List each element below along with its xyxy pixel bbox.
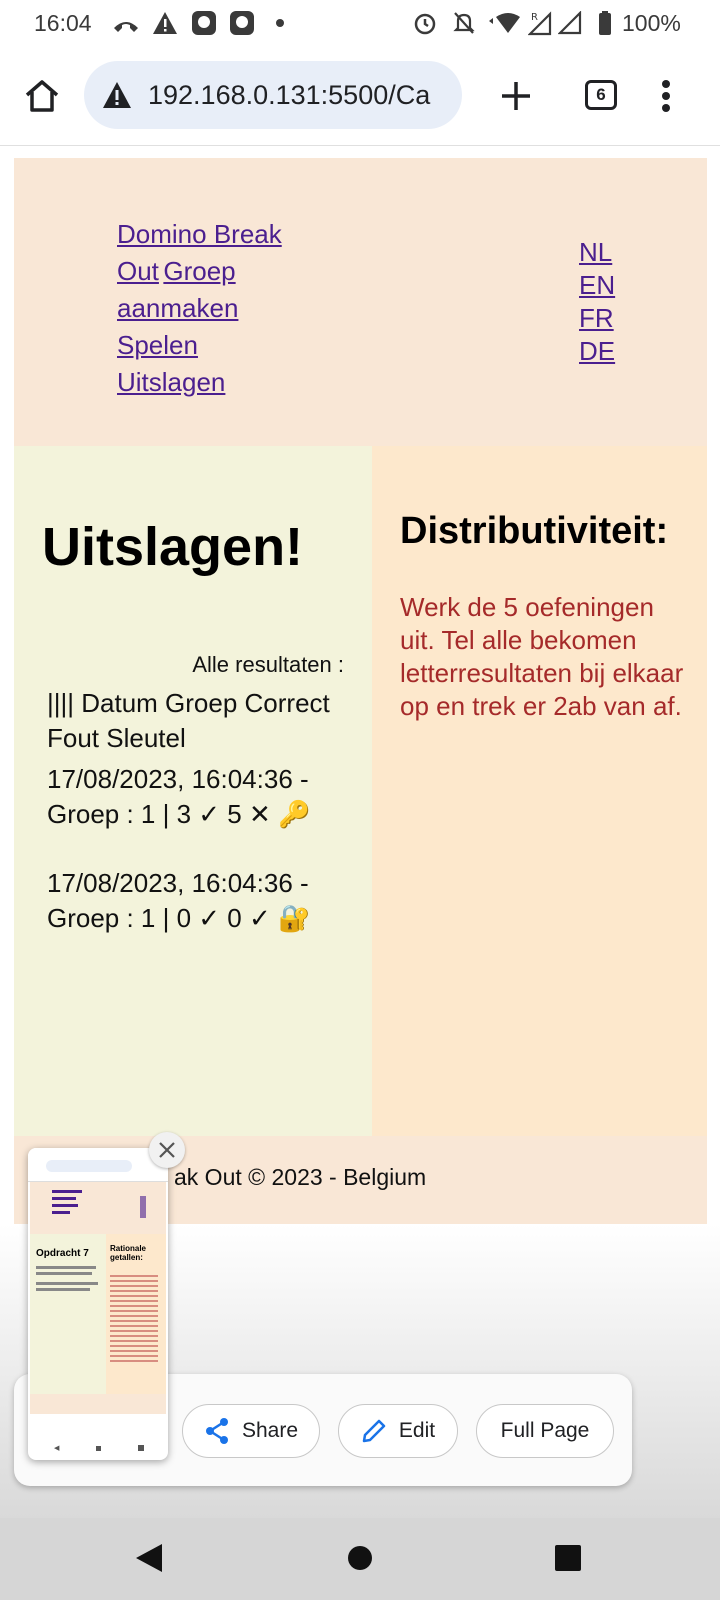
share-label: Share [241,1419,299,1442]
lang-link-en[interactable]: EN [579,269,615,302]
thumbnail-text-line [36,1272,92,1275]
alert-icon [152,11,178,35]
battery-percentage: 100% [622,10,681,36]
status-time: 16:04 [34,10,92,36]
url-text[interactable]: 192.168.0.131:5500/Ca [148,80,430,111]
battery-icon [598,11,612,35]
thumbnail-header [30,1182,166,1234]
recents-icon[interactable] [554,1544,582,1577]
thumbnail-footer [30,1394,166,1414]
thumbnail-recents-icon [137,1445,144,1451]
missed-call-icon [112,11,140,35]
thumbnail-home-icon [96,1445,102,1451]
all-results-label: Alle resultaten : [192,652,344,677]
exercise-title: Distributiviteit: [400,510,669,552]
home-icon[interactable] [22,76,62,121]
signal-roaming-icon: R [528,11,552,36]
locked-with-key-icon: 🔐 [277,903,311,933]
thumbnail-nav-line [52,1211,70,1214]
mute-icon [452,11,476,35]
footer-text: ak Out © 2023 - Belgium [174,1164,427,1190]
signal-icon [558,11,582,35]
pencil-icon [362,1419,386,1443]
lang-link-nl[interactable]: NL [579,236,615,269]
nav-link-results[interactable]: Uitslagen [117,367,225,397]
svg-text:R: R [531,12,538,23]
results-panel: Uitslagen! Alle resultaten : |||| Datum … [14,446,372,1136]
status-bar: 16:04 R 100% [0,0,720,48]
address-bar[interactable]: 192.168.0.131:5500/Ca [84,61,462,129]
results-list: |||| Datum Groep Correct Fout Sleutel 17… [47,686,347,970]
thumbnail-browser-bar [28,1148,168,1182]
thumbnail-nav-line [52,1190,82,1193]
app-notification-icon [229,11,255,35]
thumbnail-text-line [36,1282,98,1285]
tab-switcher-button[interactable]: 6 [585,80,617,110]
edit-button[interactable]: Edit [338,1404,458,1458]
share-icon [205,1418,228,1444]
more-notifications-dot-icon [275,11,285,35]
close-thumbnail-button[interactable] [149,1132,185,1168]
result-row-text: 17/08/2023, 16:04:36 - Groep : 1 | 3 ✓ 5… [47,764,309,829]
exercise-panel: Distributiviteit: Werk de 5 oefeningen u… [372,446,707,1136]
full-page-button[interactable]: Full Page [476,1404,614,1458]
lang-link-de[interactable]: DE [579,335,615,368]
nav-link-play[interactable]: Spelen [117,330,198,360]
thumbnail-nav-bar: ◀ [54,1444,144,1452]
thumbnail-left-panel: Opdracht 7 [30,1234,106,1394]
key-icon: 🔑 [277,799,311,829]
back-icon[interactable] [134,1542,164,1579]
warning-icon[interactable] [102,81,132,114]
close-icon [159,1142,175,1158]
new-tab-icon[interactable] [498,78,534,119]
thumbnail-text-line [36,1266,96,1269]
result-row-text: 17/08/2023, 16:04:36 - Groep : 1 | 0 ✓ 0… [47,868,309,933]
thumbnail-lang-links [140,1196,146,1218]
exercise-instructions: Werk de 5 oefeningen uit. Tel alle bekom… [400,592,684,721]
wifi-icon [488,11,524,35]
result-row: 17/08/2023, 16:04:36 - Groep : 1 | 3 ✓ 5… [47,762,347,832]
page-title: Uitslagen! [42,517,304,577]
thumbnail-nav-line [52,1204,78,1207]
thumbnail-right-panel: Rationale getallen: [106,1234,166,1394]
site-header: Domino Break Out Groep aanmaken Spelen U… [14,158,707,446]
home-nav-icon[interactable] [346,1544,374,1577]
results-table-header: |||| Datum Groep Correct Fout Sleutel [47,688,330,753]
thumbnail-title: Opdracht 7 [36,1248,89,1259]
thumbnail-nav-line [52,1197,76,1200]
result-row: 17/08/2023, 16:04:36 - Groep : 1 | 0 ✓ 0… [47,866,347,936]
main-nav: Domino Break Out Groep aanmaken Spelen U… [117,218,302,403]
alarm-icon [412,11,438,35]
language-switcher: NL EN FR DE [579,236,615,368]
edit-label: Edit [398,1419,436,1442]
thumbnail-text-line [36,1288,90,1291]
lang-link-fr[interactable]: FR [579,302,615,335]
screenshot-thumbnail[interactable]: Opdracht 7 Rationale getallen: ◀ [28,1148,168,1460]
share-button[interactable]: Share [182,1404,320,1458]
thumbnail-url-pill [46,1160,132,1172]
thumbnail-side-text [110,1272,158,1362]
system-navigation-bar [0,1518,720,1600]
browser-toolbar: 192.168.0.131:5500/Ca 6 [0,48,720,146]
app-notification-icon [191,11,217,35]
full-page-label: Full Page [500,1419,590,1442]
more-menu-icon[interactable] [660,78,672,119]
thumbnail-side-title: Rationale getallen: [110,1244,147,1262]
thumbnail-back-icon: ◀ [54,1445,60,1452]
